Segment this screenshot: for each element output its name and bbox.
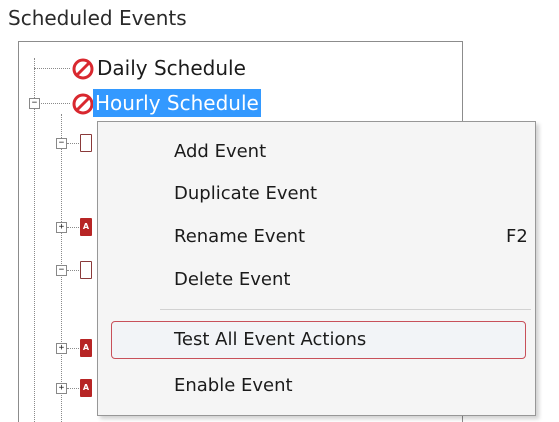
menu-item-delete-event[interactable]: Delete Event [98, 260, 535, 300]
tree-node-label: Hourly Schedule [93, 89, 261, 117]
collapse-toggle[interactable]: − [29, 98, 40, 109]
context-menu: Add Event Duplicate Event Rename Event F… [97, 121, 536, 416]
menu-item-label: Rename Event [174, 226, 306, 247]
tree-line [67, 270, 79, 271]
group-label: Scheduled Events [8, 6, 187, 30]
tree-line [67, 143, 79, 144]
menu-item-label: Duplicate Event [174, 183, 318, 204]
disabled-icon [72, 93, 94, 115]
menu-item-label: Enable Event [174, 375, 293, 396]
menu-separator [160, 309, 531, 310]
event-icon: A [80, 379, 92, 397]
menu-item-add-event[interactable]: Add Event [98, 132, 535, 172]
menu-item-label: Add Event [174, 141, 267, 162]
event-edit-icon [80, 134, 92, 152]
tree-line [67, 348, 79, 349]
menu-item-shortcut: F2 [506, 226, 528, 247]
expand-toggle[interactable]: + [56, 383, 67, 394]
tree-line [34, 58, 35, 422]
collapse-toggle[interactable]: − [56, 265, 67, 276]
tree-line [67, 227, 79, 228]
expand-toggle[interactable]: + [56, 343, 67, 354]
collapse-toggle[interactable]: − [56, 138, 67, 149]
event-edit-icon [80, 261, 92, 279]
tree-line [34, 68, 70, 69]
tree-node-label: Daily Schedule [97, 56, 246, 80]
event-icon: A [80, 218, 92, 236]
tree-line [67, 388, 79, 389]
menu-item-label: Test All Event Actions [174, 329, 367, 350]
tree-line [39, 103, 70, 104]
menu-item-enable-event[interactable]: Enable Event [98, 366, 535, 406]
menu-item-duplicate-event[interactable]: Duplicate Event [98, 174, 535, 214]
event-icon: A [80, 339, 92, 357]
menu-item-rename-event[interactable]: Rename Event F2 [98, 217, 535, 257]
menu-item-label: Delete Event [174, 269, 291, 290]
menu-item-test-all-event-actions[interactable]: Test All Event Actions [111, 321, 526, 359]
expand-toggle[interactable]: + [56, 222, 67, 233]
disabled-icon [72, 58, 94, 80]
